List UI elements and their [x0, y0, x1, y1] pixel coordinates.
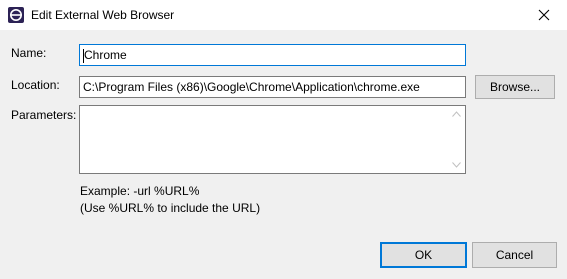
- parameters-textarea[interactable]: [79, 105, 466, 174]
- title-bar: Edit External Web Browser: [0, 0, 567, 30]
- close-button[interactable]: [521, 0, 567, 30]
- browse-button[interactable]: Browse...: [475, 75, 555, 99]
- ok-button-label: OK: [414, 248, 433, 262]
- window-title: Edit External Web Browser: [31, 8, 175, 22]
- location-field[interactable]: C:\Program Files (x86)\Google\Chrome\App…: [79, 76, 466, 98]
- vertical-scrollbar[interactable]: [448, 106, 465, 173]
- parameters-label: Parameters:: [11, 108, 77, 122]
- name-value: Chrome: [84, 48, 127, 62]
- location-value: C:\Program Files (x86)\Google\Chrome\App…: [83, 80, 420, 94]
- browse-button-label: Browse...: [489, 80, 540, 94]
- close-icon: [538, 9, 550, 21]
- cancel-button[interactable]: Cancel: [472, 242, 557, 268]
- location-label: Location:: [11, 78, 60, 92]
- example-hint-text: (Use %URL% to include the URL): [80, 201, 261, 215]
- scroll-up-icon[interactable]: [452, 111, 461, 117]
- ok-button[interactable]: OK: [380, 242, 467, 268]
- example-text: Example: -url %URL%: [80, 184, 200, 198]
- eclipse-icon: [8, 7, 24, 23]
- name-field[interactable]: Chrome: [79, 44, 466, 66]
- scroll-down-icon[interactable]: [452, 162, 461, 168]
- name-label: Name:: [11, 46, 47, 60]
- cancel-button-label: Cancel: [495, 248, 534, 262]
